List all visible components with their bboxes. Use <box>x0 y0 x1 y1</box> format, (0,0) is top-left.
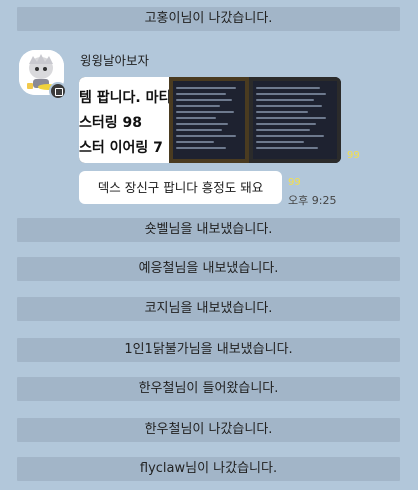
image-game-scene <box>169 77 249 163</box>
profile-badge-icon <box>49 82 67 100</box>
image-text-line: 스터 이어링 7 <box>79 140 163 156</box>
system-message-kick: 1인1닭불가님을 내보냈습니다. <box>17 338 400 362</box>
system-message-kick: 코지님을 내보냈습니다. <box>17 297 400 321</box>
system-message-kick: 예응철님을 내보냈습니다. <box>17 257 400 281</box>
message-time: 오후 9:25 <box>288 194 337 207</box>
system-message-left: 한우철님이 나갔습니다. <box>17 418 400 442</box>
image-text-line: 템 팝니다. 마티 <box>79 90 169 106</box>
image-text-panel: 템 팝니다. 마티 스터링 98 스터 이어링 7 <box>79 77 169 163</box>
sender-name: 윙윙날아보자 <box>80 53 150 68</box>
image-item-stats <box>249 77 341 163</box>
image-text-line: 스터링 98 <box>79 115 142 131</box>
system-message-left: flyclaw님이 나갔습니다. <box>17 457 400 481</box>
system-message-left: 고홍이님이 나갔습니다. <box>17 7 400 31</box>
bubble-unread-count: 99 <box>288 177 301 188</box>
message-bubble[interactable]: 덱스 장신구 팝니다 흥정도 돼요 <box>79 171 282 204</box>
image-unread-count: 99 <box>347 150 360 161</box>
system-message-join: 한우철님이 들어왔습니다. <box>17 377 400 401</box>
system-message-kick: 숏벨님을 내보냈습니다. <box>17 218 400 242</box>
message-image[interactable]: 템 팝니다. 마티 스터링 98 스터 이어링 7 <box>79 77 341 163</box>
